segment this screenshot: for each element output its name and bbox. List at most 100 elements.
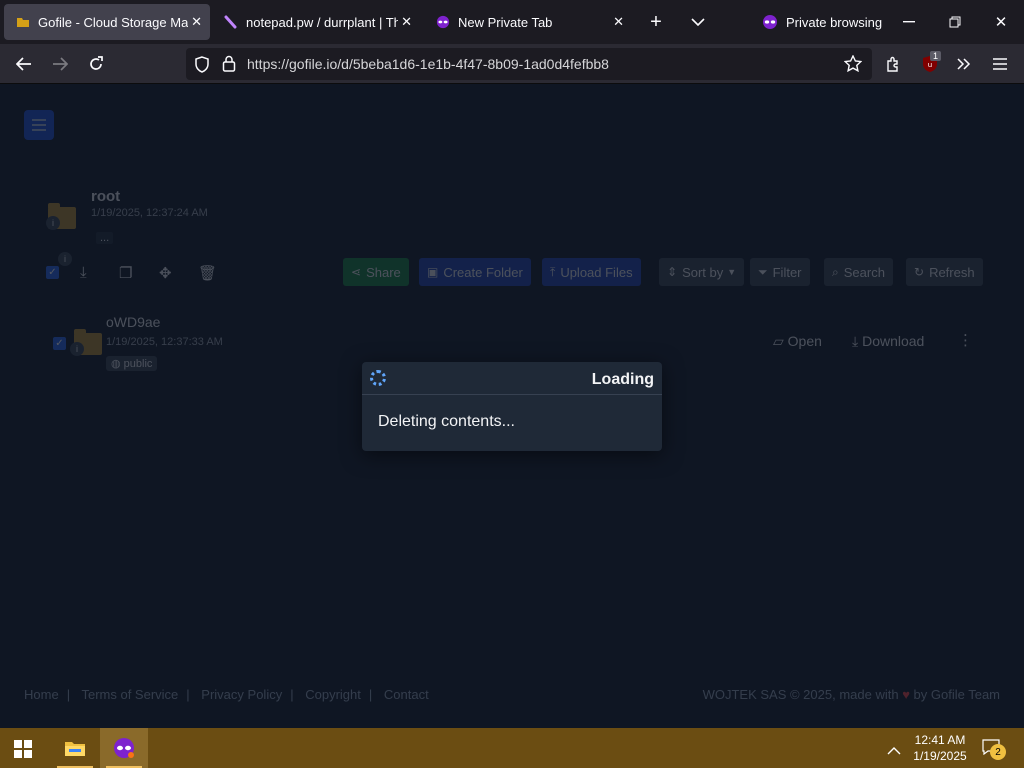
extensions-puzzle-icon[interactable] — [883, 54, 903, 74]
address-bar[interactable]: https://gofile.io/d/5beba1d6-1e1b-4f47-8… — [186, 48, 872, 80]
private-browsing-indicator: Private browsing — [762, 12, 882, 32]
caret-down-icon: ▼ — [727, 267, 737, 277]
footer-link-terms[interactable]: Terms of Service — [81, 687, 178, 702]
search-button[interactable]: ⌕ Search — [824, 258, 893, 286]
footer-company: WOJTEK SAS © 2025, made with — [702, 687, 899, 702]
refresh-icon: ↻ — [914, 265, 925, 279]
heart-icon: ♥ — [902, 687, 910, 702]
ublock-origin-icon[interactable]: u 1 — [919, 51, 941, 74]
restore-icon[interactable] — [946, 12, 964, 32]
trash-icon[interactable]: 🗑 — [198, 264, 217, 282]
extension-badge: 1 — [929, 51, 941, 61]
footer-links: Home | Terms of Service | Privacy Policy | … — [24, 687, 429, 702]
system-clock[interactable]: 12:41 AM 1/19/2025 — [905, 732, 975, 764]
url-text: https://gofile.io/d/5beba1d6-1e1b-4f47-8… — [247, 56, 609, 72]
info-icon: i — [70, 342, 84, 356]
download-button[interactable]: ⤓ Download — [852, 333, 924, 350]
forward-arrow-icon[interactable] — [50, 54, 70, 74]
notification-badge: 2 — [990, 744, 1006, 760]
reload-icon[interactable] — [86, 54, 106, 74]
download-icon[interactable]: ⤓ — [80, 264, 87, 281]
info-icon: i — [58, 252, 72, 266]
tab-title: Gofile - Cloud Storage Made — [38, 14, 188, 30]
modal-title: Loading — [591, 371, 654, 388]
share-icon: ⋖ — [351, 265, 362, 279]
tab-title: notepad.pw / durrplant | The — [246, 14, 398, 30]
share-label: Share — [366, 264, 401, 280]
shield-icon[interactable] — [194, 56, 210, 78]
close-tab-icon[interactable]: ✕ — [191, 14, 202, 30]
clock-date: 1/19/2025 — [913, 749, 967, 763]
lock-icon[interactable] — [222, 55, 236, 77]
file-explorer-icon[interactable] — [51, 728, 99, 768]
filter-icon: ⏷ — [758, 264, 768, 279]
folder-date: 1/19/2025, 12:37:24 AM — [91, 207, 208, 219]
footer-link-privacy[interactable]: Privacy Policy — [201, 687, 282, 702]
upload-files-button[interactable]: ⤒ Upload Files — [542, 258, 641, 286]
private-mask-icon — [762, 15, 778, 29]
open-button[interactable]: ▱ Open — [773, 333, 822, 350]
minimize-icon[interactable] — [900, 12, 918, 32]
clock-time: 12:41 AM — [914, 733, 966, 747]
modal-message: Deleting contents... — [378, 413, 515, 430]
windows-taskbar: 12:41 AM 1/19/2025 2 — [0, 728, 1024, 768]
move-icon[interactable]: ✥ — [159, 264, 172, 282]
footer-link-contact[interactable]: Contact — [384, 687, 429, 702]
create-folder-button[interactable]: ▣ Create Folder — [419, 258, 531, 286]
public-badge: ◍ public — [106, 356, 158, 371]
kebab-menu-icon[interactable]: ⋮ — [958, 331, 973, 349]
footer-credits: WOJTEK SAS © 2025, made with ♥ by Gofile… — [703, 687, 1000, 702]
copy-icon[interactable]: ❐ — [119, 264, 132, 282]
sidebar-toggle-button[interactable] — [24, 110, 54, 140]
notepad-favicon-icon — [224, 15, 238, 29]
globe-icon: ◍ — [111, 358, 124, 370]
filter-button[interactable]: ⏷ Filter — [750, 258, 810, 286]
sort-by-button[interactable]: ⇕ Sort by ▼ — [659, 258, 745, 286]
close-tab-icon[interactable]: ✕ — [613, 14, 624, 30]
tab-private[interactable]: New Private Tab ✕ — [424, 4, 632, 40]
svg-text:u: u — [928, 61, 932, 69]
overflow-chevrons-icon[interactable] — [954, 54, 974, 74]
sort-by-label: Sort by — [682, 264, 724, 280]
upload-icon: ⤒ — [550, 264, 556, 279]
tab-gofile[interactable]: Gofile - Cloud Storage Made ✕ — [4, 4, 210, 40]
tab-list-chevron-icon[interactable] — [688, 12, 708, 32]
public-badge-label: public — [123, 358, 153, 370]
modal-header: Loading — [362, 362, 662, 395]
navigation-toolbar: https://gofile.io/d/5beba1d6-1e1b-4f47-8… — [0, 44, 1024, 84]
folder-open-icon: ▱ — [773, 333, 788, 349]
item-name[interactable]: oWD9ae — [106, 314, 160, 330]
refresh-button[interactable]: ↻ Refresh — [906, 258, 983, 286]
create-folder-label: Create Folder — [443, 264, 523, 280]
sort-icon: ⇕ — [667, 265, 678, 279]
folder-plus-icon: ▣ — [427, 265, 439, 279]
firefox-private-icon[interactable] — [100, 728, 148, 768]
search-label: Search — [843, 264, 885, 280]
hamburger-menu-icon[interactable] — [990, 54, 1010, 74]
back-arrow-icon[interactable] — [14, 54, 34, 74]
new-tab-icon[interactable]: + — [646, 11, 666, 33]
close-window-icon[interactable]: ✕ — [992, 12, 1010, 32]
refresh-label: Refresh — [929, 264, 975, 280]
share-button[interactable]: ⋖ Share — [343, 258, 409, 286]
row-checkbox[interactable]: ✓ — [53, 337, 66, 350]
private-mask-icon — [436, 15, 450, 29]
gofile-favicon-icon — [16, 15, 30, 29]
private-browsing-label: Private browsing — [786, 14, 883, 30]
hamburger-icon — [32, 119, 46, 131]
footer-link-copyright[interactable]: Copyright — [305, 687, 361, 702]
close-tab-icon[interactable]: ✕ — [401, 14, 412, 30]
more-options-button[interactable]: ... — [96, 232, 114, 244]
open-label: Open — [787, 333, 822, 349]
notification-center-icon[interactable]: 2 — [982, 739, 1006, 760]
download-icon: ⤓ — [852, 333, 863, 349]
spinner-icon — [370, 370, 386, 386]
bookmark-star-icon[interactable] — [843, 54, 863, 77]
info-icon: i — [46, 216, 60, 230]
select-all-checkbox[interactable]: ✓ — [46, 266, 59, 279]
tab-notepad[interactable]: notepad.pw / durrplant | The ✕ — [212, 4, 420, 40]
footer-link-home[interactable]: Home — [24, 687, 59, 702]
tab-strip: Gofile - Cloud Storage Made ✕ notepad.pw… — [0, 0, 1024, 44]
windows-start-icon[interactable] — [14, 740, 32, 758]
chevron-up-icon[interactable] — [887, 742, 901, 760]
